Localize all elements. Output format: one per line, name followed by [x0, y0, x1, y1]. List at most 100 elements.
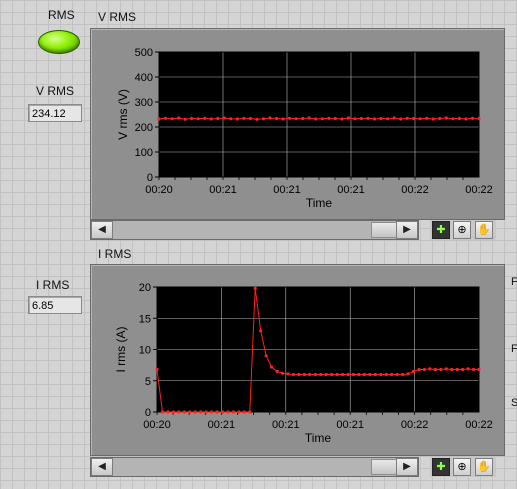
data-point: [335, 372, 339, 377]
irms-chart-frame: 0 5 10 15 20 00:20 00:21 00:21 00:21 00:22 00:22 Ti…: [90, 264, 505, 456]
x-tick-label: 00:22: [465, 419, 493, 431]
data-point: [301, 116, 305, 121]
data-point: [346, 116, 350, 120]
data-point: [433, 367, 437, 372]
data-point: [288, 116, 292, 120]
scroll-left-icon[interactable]: ◀: [91, 221, 113, 239]
rms-led-indicator[interactable]: [38, 30, 80, 54]
data-point: [455, 367, 459, 372]
pan-hand-icon[interactable]: ✋: [475, 221, 493, 239]
y-tick-label: 200: [135, 122, 153, 134]
data-point: [177, 116, 181, 120]
data-point: [392, 116, 396, 120]
data-point: [324, 372, 328, 377]
data-point: [237, 410, 241, 414]
data-point: [281, 117, 285, 121]
data-point: [431, 117, 435, 121]
pan-hand-icon[interactable]: ✋: [475, 458, 493, 476]
data-point: [160, 410, 165, 414]
data-point: [203, 116, 207, 120]
data-point: [222, 116, 226, 120]
vrms-chart-frame: 0 100 200 300 400 500 00:20 00:21 00:21 00:21 00:2…: [90, 28, 505, 220]
data-point: [357, 372, 361, 377]
x-tick-label: 00:21: [336, 419, 364, 431]
data-point: [170, 117, 174, 121]
data-point: [235, 117, 239, 121]
data-point: [411, 369, 416, 373]
data-point: [379, 116, 383, 121]
x-tick-label: 00:20: [143, 419, 171, 431]
data-point: [220, 410, 225, 414]
data-point: [399, 117, 403, 121]
data-point: [368, 372, 372, 377]
data-point: [450, 367, 454, 372]
zoom-tool-icon[interactable]: ⊕: [453, 458, 471, 476]
data-point: [425, 116, 429, 120]
vrms-indicator-value: 234.12: [28, 104, 82, 122]
data-point: [395, 372, 399, 377]
data-point: [444, 116, 448, 120]
cursor-tool-icon[interactable]: ✚: [432, 221, 450, 239]
data-point: [259, 329, 263, 333]
vrms-chart-title: V RMS: [98, 10, 137, 24]
data-point: [417, 367, 421, 372]
data-point: [270, 365, 274, 369]
irms-scrollbar[interactable]: ◀ ▶: [90, 457, 419, 477]
cursor-tool-icon[interactable]: ✚: [432, 458, 450, 476]
irms-graph-palette: ✚ ⊕ ✋: [430, 457, 496, 477]
data-point: [286, 372, 290, 376]
data-point: [384, 372, 388, 377]
data-point: [346, 372, 350, 377]
vrms-scrollbar[interactable]: ◀ ▶: [90, 220, 419, 240]
plot-area[interactable]: [159, 52, 479, 177]
scroll-right-icon[interactable]: ▶: [396, 221, 418, 239]
data-point: [275, 369, 279, 373]
data-point: [320, 117, 324, 121]
data-point: [330, 372, 334, 377]
data-point: [204, 410, 208, 414]
data-point: [353, 117, 357, 121]
data-point: [294, 117, 298, 121]
data-point: [406, 372, 410, 376]
data-point: [313, 372, 317, 377]
irms-chart: 0 5 10 15 20 00:20 00:21 00:21 00:21 00:22 00:22 Ti…: [114, 282, 493, 445]
scroll-thumb[interactable]: [371, 459, 397, 475]
data-point: [327, 116, 331, 120]
data-point: [390, 372, 394, 377]
data-point: [308, 372, 312, 377]
irms-chart-title: I RMS: [98, 247, 132, 261]
data-point: [439, 367, 443, 372]
data-point: [280, 371, 285, 375]
data-point: [457, 116, 461, 121]
x-tick-label: 00:21: [272, 419, 300, 431]
data-point: [193, 410, 197, 414]
scroll-right-icon[interactable]: ▶: [396, 458, 418, 476]
data-point: [216, 116, 220, 121]
data-point: [177, 410, 181, 414]
data-point: [471, 367, 476, 372]
data-point: [210, 410, 214, 414]
scroll-thumb[interactable]: [371, 222, 397, 238]
data-point: [275, 116, 279, 121]
scroll-left-icon[interactable]: ◀: [91, 458, 113, 476]
data-point: [261, 117, 266, 121]
y-tick-label: 300: [135, 97, 153, 109]
data-point: [438, 116, 442, 121]
x-axis-label: Time: [305, 431, 332, 445]
data-point: [231, 410, 235, 414]
data-point: [291, 372, 295, 377]
data-point: [226, 410, 230, 414]
x-tick-label: 00:21: [337, 184, 365, 196]
data-point: [209, 117, 213, 121]
y-tick-label: 500: [135, 47, 153, 59]
data-point: [242, 116, 246, 120]
data-point: [157, 117, 161, 121]
data-point: [451, 117, 455, 121]
data-point: [196, 117, 200, 121]
clipped-edge-text: F: [511, 276, 517, 288]
data-point: [183, 117, 187, 121]
data-point: [319, 372, 323, 377]
zoom-tool-icon[interactable]: ⊕: [453, 221, 471, 239]
data-point: [461, 367, 465, 372]
data-point: [351, 372, 356, 377]
